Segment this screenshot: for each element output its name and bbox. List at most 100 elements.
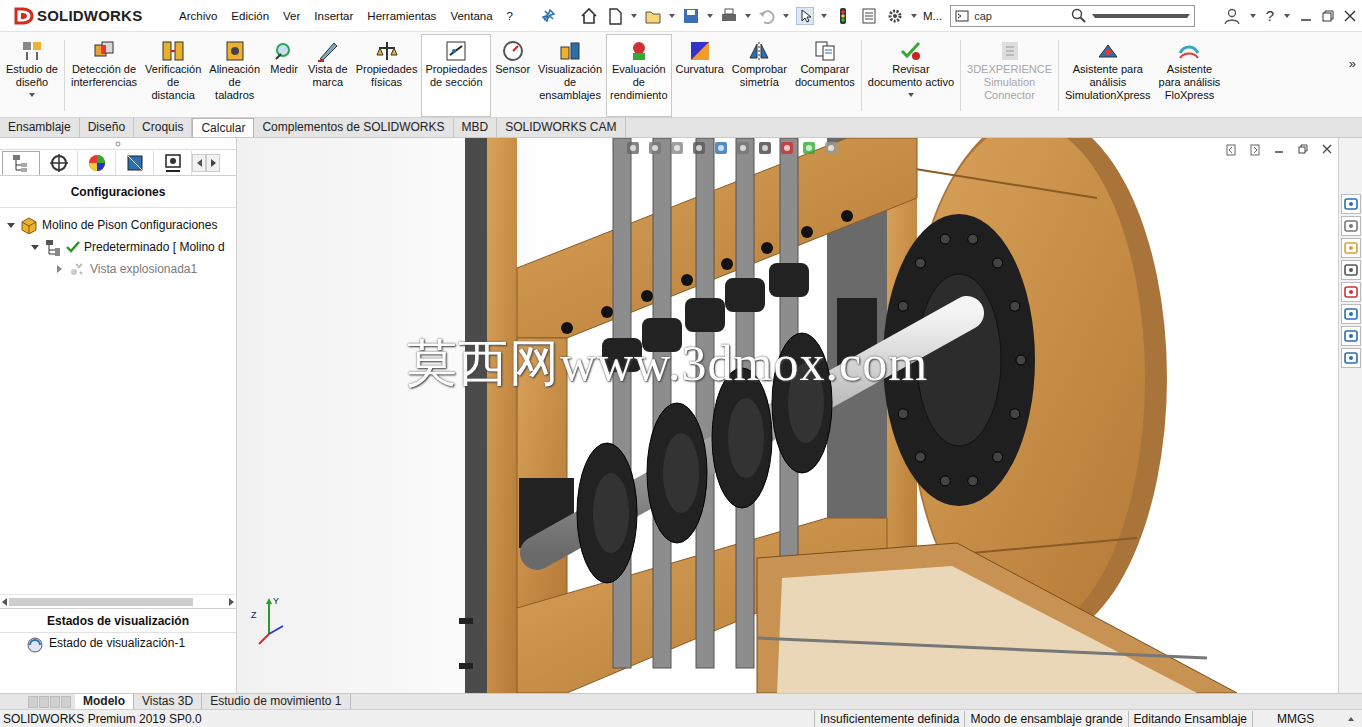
quick-tool[interactable] [833,6,853,26]
view-palette-icon[interactable] [1344,263,1358,277]
options-gear-icon[interactable] [886,7,904,25]
chat-icon[interactable] [1344,351,1358,365]
ribbon-button[interactable]: Sensor [491,34,534,117]
ribbon-button[interactable]: Revisardocumento activo [864,34,958,117]
dropdown-arrow-icon[interactable] [707,14,713,18]
tab[interactable]: Diseño [80,118,134,137]
dropdown-arrow-icon[interactable] [29,93,35,97]
undo-icon[interactable] [758,7,776,25]
tab[interactable]: Calcular [192,118,254,137]
dropdown-arrow-icon[interactable] [1250,14,1256,18]
design-library-icon[interactable] [1344,219,1358,233]
magnifier-icon[interactable] [1071,8,1087,24]
dropdown-arrow-icon[interactable] [745,14,751,18]
property-manager-icon[interactable] [49,153,69,173]
ribbon-button[interactable]: Asistente paraanálisisSimulationXpress [1061,34,1155,117]
tab[interactable]: Croquis [134,118,192,137]
sensor-icon[interactable] [501,39,525,63]
task-pane-tab[interactable] [1341,194,1361,214]
mass-properties-icon[interactable] [375,39,399,63]
task-pane-tab[interactable] [1341,216,1361,236]
quick-tool[interactable] [579,6,599,26]
pin-icon[interactable] [541,9,555,23]
compare-icon[interactable] [813,39,837,63]
dropdown-arrow-icon[interactable] [821,14,827,18]
quick-tool[interactable] [795,6,815,26]
pane-tab[interactable] [154,151,192,175]
close-icon[interactable] [1344,10,1356,22]
zoom-area-icon[interactable] [647,140,663,156]
pane-tab[interactable] [78,151,116,175]
tile-left-icon[interactable] [1226,144,1236,156]
simulationxpress-icon[interactable] [1096,39,1120,63]
tab-nav-button[interactable] [28,696,38,708]
display-style-icon[interactable] [735,140,751,156]
section-view-icon[interactable] [691,140,707,156]
search-box[interactable]: cap [950,5,1195,27]
appearances-icon[interactable] [1344,285,1358,299]
interference-icon[interactable] [92,39,116,63]
pane-tab[interactable] [116,151,154,175]
zoom-fit-icon[interactable] [625,140,641,156]
expand-toggle[interactable] [30,242,40,252]
units-selector[interactable]: MMGS [1252,711,1362,727]
user-icon[interactable] [1224,8,1240,24]
menu-item[interactable]: ? [507,10,513,22]
pane-grip[interactable] [0,138,236,150]
display-manager-icon[interactable] [163,153,183,173]
assembly-visualization-icon[interactable] [558,39,582,63]
horizontal-scrollbar[interactable] [0,594,236,608]
dropdown-arrow-icon[interactable] [1284,14,1290,18]
print-icon[interactable] [720,7,738,25]
tab[interactable]: MBD [454,118,498,137]
ribbon-button[interactable]: Medir [264,34,304,117]
ribbon-button[interactable]: Comparardocumentos [791,34,859,117]
task-pane-tab[interactable] [1341,282,1361,302]
clearance-icon[interactable] [161,39,185,63]
check-document-icon[interactable] [899,39,923,63]
dimxpert-icon[interactable] [125,153,145,173]
menu-item[interactable]: Ver [283,10,300,22]
restore-icon[interactable] [1322,10,1334,22]
task-pane-tab[interactable] [1341,304,1361,324]
tab[interactable]: Complementos de SOLIDWORKS [254,118,453,137]
custom-properties-icon[interactable] [1344,307,1358,321]
scene-icon[interactable] [801,140,817,156]
pane-tab[interactable] [40,151,78,175]
scroll-thumb[interactable] [9,598,193,606]
ribbon-button[interactable]: Comprobarsimetría [728,34,791,117]
ribbon-button[interactable]: Propiedadesfísicas [352,34,422,117]
model-tab[interactable]: Vistas 3D [134,694,202,709]
menu-item[interactable]: Herramientas [367,10,436,22]
scroll-left-button[interactable] [192,154,206,172]
design-study-icon[interactable] [20,39,44,63]
view-orientation-icon[interactable] [713,140,729,156]
tree-item[interactable]: Molino de Pison Configuraciones [0,214,236,236]
tile-right-icon[interactable] [1250,144,1260,156]
search-text[interactable]: cap [974,10,1066,22]
display-state[interactable]: Estado de visualización-1 [0,633,236,693]
appearance-icon[interactable] [779,140,795,156]
tree-item[interactable]: Predeterminado [ Molino d [0,236,236,258]
help-button[interactable]: ? [1266,7,1274,24]
expand-toggle[interactable] [54,264,64,274]
markup-icon[interactable] [316,39,340,63]
quick-tool[interactable] [885,6,905,26]
dropdown-arrow-icon[interactable] [783,14,789,18]
ribbon-button[interactable]: Evaluaciónderendimiento [606,34,671,117]
menu-item[interactable]: Ventana [450,10,492,22]
quick-tool[interactable] [681,6,701,26]
scroll-right-icon[interactable] [229,598,234,606]
new-document-icon[interactable] [606,7,624,25]
resources-home-icon[interactable] [1344,197,1358,211]
minimize-icon[interactable] [1300,10,1312,22]
file-properties-icon[interactable] [860,7,878,25]
quick-tool[interactable] [719,6,739,26]
expand-toggle[interactable] [6,220,16,230]
task-pane-tab[interactable] [1341,326,1361,346]
measure-icon[interactable] [272,39,296,63]
model-tab[interactable]: Estudio de movimiento 1 [202,694,350,709]
task-pane-tab[interactable] [1341,260,1361,280]
task-pane-tab[interactable] [1341,348,1361,368]
dropdown-arrow-icon[interactable] [631,14,637,18]
